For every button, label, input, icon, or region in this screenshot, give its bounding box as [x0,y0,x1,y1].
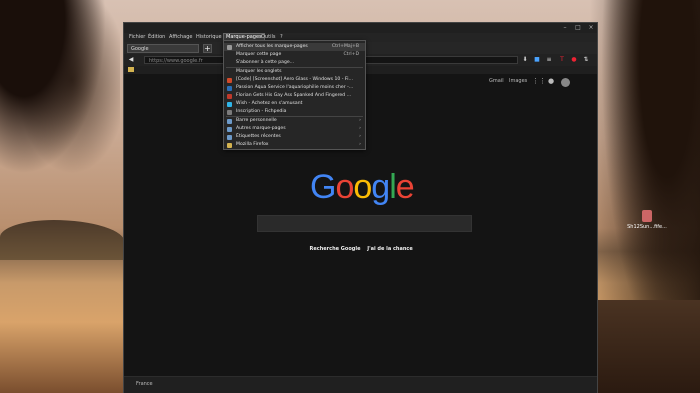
extension-icon[interactable]: ■ [533,56,541,64]
close-icon[interactable]: × [585,24,597,32]
bookmark-menu-label: Marquer cette page [236,52,282,57]
menu-edit[interactable]: Édition [146,34,167,41]
back-icon[interactable]: ◀ [127,56,135,64]
folder-icon[interactable] [128,67,134,72]
folder-icon [227,118,232,124]
doc-icon [227,109,232,115]
bookmark-menu-item[interactable]: Marquer les onglets [224,68,365,76]
video-icon [227,93,232,99]
bookmark-menu-label: Marquer les onglets [236,69,282,74]
bookmark-menu-label: Florian Gets His Gay Ass Spanked And Fin… [236,93,354,98]
images-link[interactable]: Images [509,78,527,84]
island-left [0,220,125,260]
menu-shortcut: Ctrl+Maj+B [331,44,359,49]
bookmark-menu-item[interactable]: Inscription - Fichpedia [224,108,365,116]
island-right [590,300,700,393]
chevron-right-icon: › [359,142,361,147]
wish-icon [227,101,232,107]
chevron-right-icon: › [359,118,361,123]
desktop-shortcut[interactable]: Sh12Sun...fife... [627,210,667,230]
logo-letter: G [310,168,336,206]
web-icon [227,77,232,83]
bookmark-menu-label: Inscription - Fichpedia [236,109,287,114]
library-icon [227,44,232,50]
notification-icon[interactable]: ● [570,56,578,64]
folder-icon [227,134,232,140]
menu-file[interactable]: Fichier [127,34,147,41]
folder-icon [227,126,232,132]
logo-letter: e [395,168,415,206]
bookmarks-dropdown: Afficher tous les marque-pages Ctrl+Maj+B… [223,40,366,150]
tab-google[interactable]: Google [127,44,199,53]
title-bar: – □ × [124,23,597,33]
bookmark-menu-item[interactable]: Passion Aqua Service l'aquariophilie moi… [224,84,365,92]
menu-shortcut: Ctrl+D [343,52,359,57]
page-footer: France [124,376,597,393]
logo-letter: o [335,168,354,206]
bookmark-menu-label: Autres marque-pages [236,126,286,131]
bookmark-menu-item[interactable]: Autres marque-pages › [224,125,365,133]
google-top-bar: Gmail Images ⋮⋮ ● [489,77,589,87]
bookmark-menu-label: Étiquettes récentes [236,134,281,139]
gmail-link[interactable]: Gmail [489,78,504,84]
folder-icon [227,142,232,148]
avatar[interactable] [561,78,570,87]
minimize-icon[interactable]: – [559,24,571,32]
bookmark-menu-item[interactable]: Wish - Achetez en s'amusant [224,100,365,108]
footer-country: France [136,381,153,387]
new-tab-button[interactable]: + [203,44,212,53]
bookmark-menu-label: Passion Aqua Service l'aquariophilie moi… [236,85,354,90]
search-input[interactable] [257,215,472,232]
menu-hamburger-icon[interactable]: ≡ [545,56,553,64]
bookmark-menu-label: S'abonner à cette page... [236,60,295,65]
addon-icon[interactable]: T [558,56,566,64]
menu-history[interactable]: Historique [194,34,224,41]
file-icon [642,210,652,222]
bookmark-menu-item[interactable]: Mozilla Firefox › [224,141,365,149]
bookmark-menu-item[interactable]: S'abonner à cette page... [224,59,365,67]
apps-grid-icon[interactable]: ⋮⋮ [532,77,546,85]
aqua-icon [227,85,232,91]
palm-tree-left [0,0,120,200]
maximize-icon[interactable]: □ [572,24,584,32]
download-icon[interactable]: ⬇ [521,56,529,64]
sync-icon[interactable]: ⇅ [582,56,590,64]
bookmark-menu-item[interactable]: Barre personnelle › [224,117,365,125]
logo-letter: g [371,168,390,206]
bookmark-menu-label: Barre personnelle [236,118,277,123]
chevron-right-icon: › [359,134,361,139]
menu-view[interactable]: Affichage [167,34,195,41]
bookmark-menu-label: Mozilla Firefox [236,142,269,147]
bookmark-menu-item[interactable]: Marquer cette page Ctrl+D [224,51,365,59]
logo-letter: o [353,168,372,206]
google-search-button[interactable]: Recherche Google [307,244,363,254]
bell-icon[interactable]: ● [548,77,554,85]
google-logo: Google [310,168,415,207]
bookmark-menu-item[interactable]: Florian Gets His Gay Ass Spanked And Fin… [224,92,365,100]
desktop-shortcut-label: Sh12Sun...fife... [627,224,667,230]
bookmark-menu-item[interactable]: Afficher tous les marque-pages Ctrl+Maj+B [224,43,365,51]
lucky-button[interactable]: J'ai de la chance [365,244,415,254]
chevron-right-icon: › [359,126,361,131]
bookmark-menu-item[interactable]: [Code] [Screenshot] Aero Glass - Windows… [224,76,365,84]
bookmark-menu-label: Wish - Achetez en s'amusant [236,101,303,106]
bookmark-menu-item[interactable]: Étiquettes récentes › [224,133,365,141]
bookmark-menu-label: [Code] [Screenshot] Aero Glass - Windows… [236,77,354,82]
